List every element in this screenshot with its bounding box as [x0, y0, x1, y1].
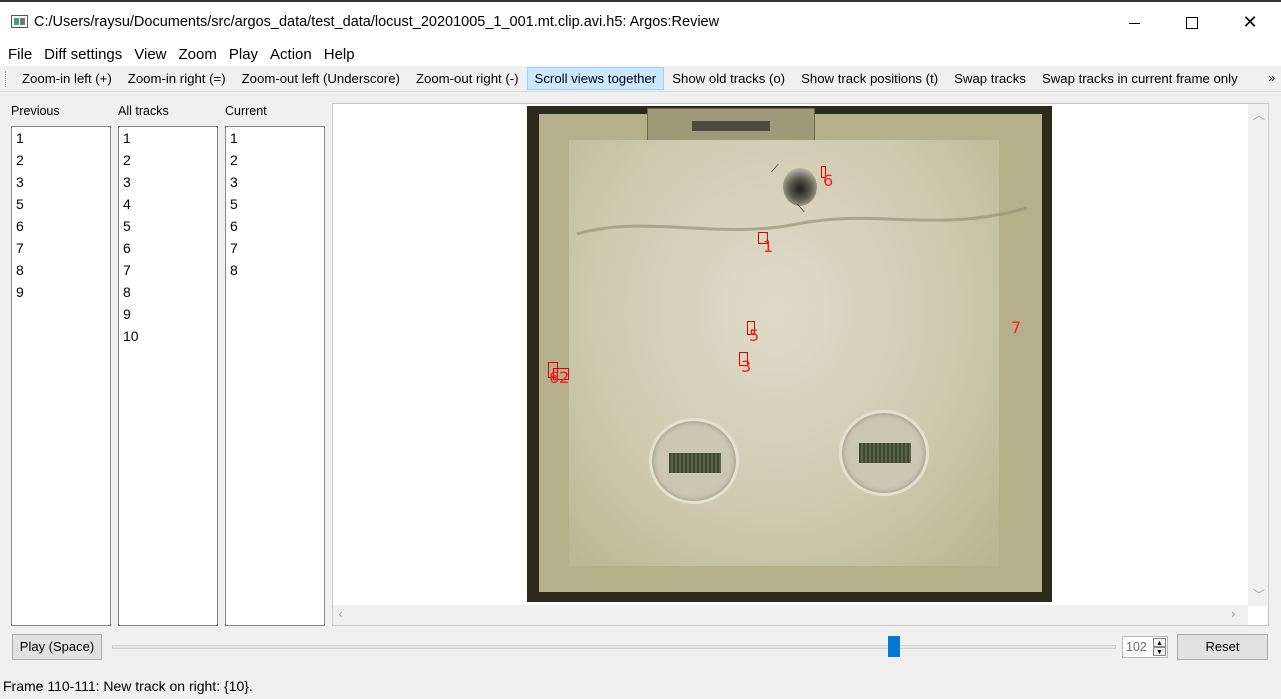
petri-dish-left	[649, 418, 739, 504]
zoom-in-left-button[interactable]: Zoom-in left (+)	[14, 67, 120, 90]
list-item[interactable]: 8	[226, 259, 324, 281]
petri-dish-right	[839, 410, 929, 496]
toolbar: Zoom-in left (+) Zoom-in right (=) Zoom-…	[0, 66, 1281, 92]
scroll-views-together-button[interactable]: Scroll views together	[526, 67, 665, 90]
list-item[interactable]: 2	[226, 149, 324, 171]
close-icon: ✕	[1242, 12, 1258, 33]
list-item[interactable]: 3	[12, 171, 110, 193]
scroll-right-icon[interactable]: ›	[1231, 607, 1236, 621]
swap-tracks-current-frame-button[interactable]: Swap tracks in current frame only	[1034, 67, 1246, 90]
maximize-icon	[1186, 17, 1198, 29]
frame-slider[interactable]	[112, 634, 1116, 660]
list-item[interactable]: 5	[226, 193, 324, 215]
current-track-list[interactable]: 1235678	[225, 126, 325, 626]
list-item[interactable]: 10	[119, 325, 217, 347]
show-old-tracks-button[interactable]: Show old tracks (o)	[664, 67, 793, 90]
dish-food-strip	[669, 453, 721, 473]
menu-bar: File Diff settings View Zoom Play Action…	[0, 42, 1281, 66]
track-label: 62	[549, 368, 570, 387]
minimize-icon	[1128, 22, 1140, 24]
zoom-in-right-button[interactable]: Zoom-in right (=)	[120, 67, 234, 90]
track-label: 6	[823, 171, 834, 190]
slider-handle[interactable]	[888, 636, 901, 657]
track-label: 7	[1011, 318, 1022, 337]
list-item[interactable]: 1	[12, 127, 110, 149]
app-icon	[11, 15, 28, 28]
status-bar: Frame 110-111: New track on right: {10}.	[0, 672, 1281, 699]
minimize-button[interactable]	[1105, 4, 1163, 42]
maximize-button[interactable]	[1163, 4, 1221, 42]
scroll-up-icon[interactable]: ︿	[1253, 106, 1265, 123]
menu-zoom[interactable]: Zoom	[173, 46, 223, 63]
track-label: 3	[741, 357, 752, 376]
list-item[interactable]: 3	[119, 171, 217, 193]
video-view[interactable]: ⟋ ⟍ 6 1 5 3 7 62 ︿ ﹀ ‹ ›	[332, 103, 1269, 626]
reset-button[interactable]: Reset	[1177, 634, 1268, 660]
menu-view[interactable]: View	[128, 46, 172, 63]
zoom-out-left-button[interactable]: Zoom-out left (Underscore)	[234, 67, 408, 90]
play-button[interactable]: Play (Space)	[12, 634, 102, 660]
list-item[interactable]: 6	[226, 215, 324, 237]
list-item[interactable]: 4	[119, 193, 217, 215]
title-bar: C:/Users/raysu/Documents/src/argos_data/…	[0, 0, 1281, 42]
dish-food-strip	[859, 443, 911, 463]
toolbar-grip[interactable]	[5, 70, 8, 87]
horizontal-scrollbar[interactable]: ‹ ›	[333, 605, 1248, 625]
previous-list-label: Previous	[11, 104, 60, 118]
list-item[interactable]: 3	[226, 171, 324, 193]
all-tracks-list-label: All tracks	[118, 104, 169, 118]
swap-tracks-button[interactable]: Swap tracks	[946, 67, 1034, 90]
previous-track-list[interactable]: 12356789	[11, 126, 111, 626]
list-item[interactable]: 7	[119, 259, 217, 281]
list-item[interactable]: 6	[12, 215, 110, 237]
menu-help[interactable]: Help	[318, 46, 361, 63]
menu-action[interactable]: Action	[264, 46, 318, 63]
frame-spinbox[interactable]: 102 ▲ ▼	[1122, 636, 1168, 658]
list-item[interactable]: 5	[12, 193, 110, 215]
list-item[interactable]: 9	[119, 303, 217, 325]
list-item[interactable]: 5	[119, 215, 217, 237]
current-list-label: Current	[225, 104, 267, 118]
list-item[interactable]: 1	[226, 127, 324, 149]
list-item[interactable]: 7	[226, 237, 324, 259]
feeder-slot	[692, 121, 770, 131]
toolbar-overflow-icon[interactable]: »	[1268, 71, 1275, 85]
zoom-out-right-button[interactable]: Zoom-out right (-)	[408, 67, 527, 90]
list-item[interactable]: 7	[12, 237, 110, 259]
all-tracks-list[interactable]: 1 2 3 4 5 6 7 8 9 10	[118, 126, 218, 626]
locust-icon: ⟋	[771, 162, 779, 175]
scroll-left-icon[interactable]: ‹	[338, 607, 343, 621]
track-label: 5	[749, 326, 760, 345]
list-item[interactable]: 2	[119, 149, 217, 171]
list-item[interactable]: 8	[119, 281, 217, 303]
window-title: C:/Users/raysu/Documents/src/argos_data/…	[34, 14, 720, 30]
list-item[interactable]: 9	[12, 281, 110, 303]
spin-up-icon[interactable]: ▲	[1153, 638, 1166, 647]
show-track-positions-button[interactable]: Show track positions (t)	[793, 67, 946, 90]
list-item[interactable]: 1	[119, 127, 217, 149]
locust-icon: ⟍	[797, 202, 805, 215]
spin-down-icon[interactable]: ▼	[1153, 647, 1166, 656]
menu-diff-settings[interactable]: Diff settings	[38, 46, 128, 63]
slider-groove	[112, 645, 1116, 649]
menu-file[interactable]: File	[2, 46, 38, 63]
menu-play[interactable]: Play	[223, 46, 264, 63]
list-item[interactable]: 8	[12, 259, 110, 281]
frame-spinbox-value[interactable]: 102	[1126, 640, 1147, 654]
vertical-scrollbar[interactable]: ︿ ﹀	[1248, 104, 1268, 606]
list-item[interactable]: 2	[12, 149, 110, 171]
arena-video-frame[interactable]: ⟋ ⟍ 6 1 5 3 7 62	[527, 106, 1052, 602]
list-item[interactable]: 6	[119, 237, 217, 259]
arena-hole	[783, 168, 817, 206]
close-button[interactable]: ✕	[1221, 4, 1279, 42]
track-label: 1	[763, 237, 774, 256]
status-text: Frame 110-111: New track on right: {10}.	[3, 678, 253, 694]
scroll-down-icon[interactable]: ﹀	[1253, 586, 1265, 603]
